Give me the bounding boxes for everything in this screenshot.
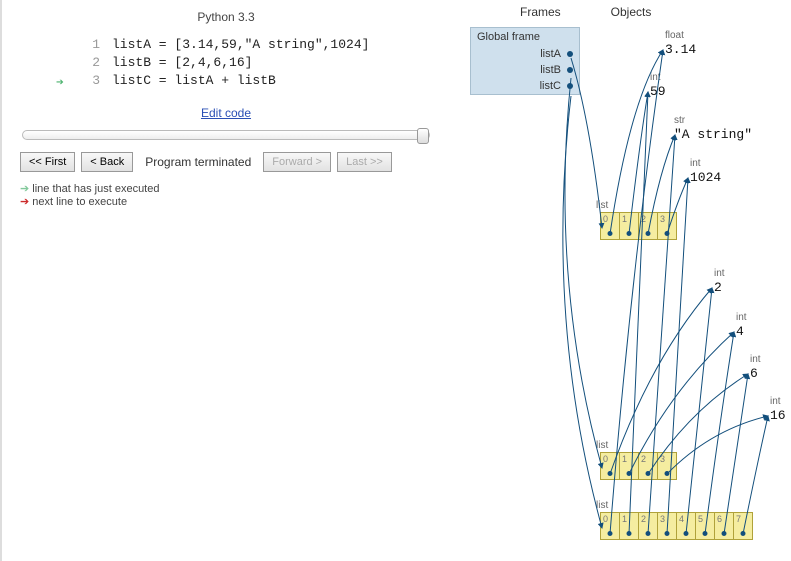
type-label: int [750, 354, 761, 365]
frame-var: listC [471, 78, 579, 94]
object-value: 59 [650, 84, 666, 99]
frame-var: listA [471, 46, 579, 62]
code-listing: 1listA = [3.14,59,"A string",1024] 2list… [20, 34, 432, 100]
list-cell: 2 [638, 452, 657, 480]
type-label: int [770, 396, 781, 407]
frames-header: Frames [520, 5, 561, 19]
status-text: Program terminated [139, 155, 257, 169]
type-label: list [596, 500, 608, 511]
pointer-dot [567, 51, 573, 57]
list-cell: 6 [714, 512, 733, 540]
python-version-label: Python 3.3 [20, 10, 432, 24]
last-button[interactable]: Last >> [337, 152, 392, 172]
frame-var: listB [471, 62, 579, 78]
object-value: "A string" [674, 127, 752, 142]
list-cell: 4 [676, 512, 695, 540]
code-line: ➔3listC = listA + listB [80, 72, 422, 90]
visualization-panel: Frames Objects Global frame listA listB … [450, 0, 791, 561]
legend: ➔ line that has just executed ➔ next lin… [20, 182, 432, 208]
column-headers: Frames Objects [450, 5, 791, 19]
type-label: float [665, 30, 684, 41]
list-cell: 1 [619, 212, 638, 240]
type-label: int [690, 158, 701, 169]
list-cell: 7 [733, 512, 752, 540]
edit-code-link-wrap: Edit code [20, 106, 432, 120]
first-button[interactable]: << First [20, 152, 75, 172]
list-cell: 0 [600, 452, 619, 480]
objects-header: Objects [611, 5, 652, 19]
list-cell: 2 [638, 212, 657, 240]
list-object-listC: 0 1 2 3 4 5 6 7 [600, 512, 753, 540]
object-value: 1024 [690, 170, 721, 185]
forward-button[interactable]: Forward > [263, 152, 331, 172]
list-cell: 3 [657, 512, 676, 540]
object-value: 6 [750, 366, 758, 381]
code-line: 2listB = [2,4,6,16] [80, 54, 422, 72]
type-label: int [736, 312, 747, 323]
object-value: 2 [714, 280, 722, 295]
frame-title: Global frame [471, 28, 579, 46]
object-value: 4 [736, 324, 744, 339]
list-object-listB: 0 1 2 3 [600, 452, 677, 480]
list-cell: 0 [600, 512, 619, 540]
type-label: str [674, 115, 685, 126]
list-cell: 1 [619, 452, 638, 480]
code-panel: Python 3.3 1listA = [3.14,59,"A string",… [0, 0, 450, 561]
code-line: 1listA = [3.14,59,"A string",1024] [80, 36, 422, 54]
list-cell: 0 [600, 212, 619, 240]
list-cell: 3 [657, 212, 676, 240]
list-cell: 1 [619, 512, 638, 540]
global-frame: Global frame listA listB listC [470, 27, 580, 95]
list-cell: 3 [657, 452, 676, 480]
executed-arrow-icon: ➔ [56, 74, 64, 92]
step-controls: << First < Back Program terminated Forwa… [20, 152, 432, 172]
type-label: int [650, 72, 661, 83]
slider-handle[interactable] [417, 128, 429, 144]
list-object-listA: 0 1 2 3 [600, 212, 677, 240]
list-cell: 2 [638, 512, 657, 540]
object-value: 16 [770, 408, 786, 423]
next-arrow-legend-icon: ➔ [20, 196, 29, 208]
type-label: list [596, 200, 608, 211]
edit-code-link[interactable]: Edit code [201, 106, 251, 120]
step-slider[interactable] [22, 130, 430, 140]
object-value: 3.14 [665, 42, 696, 57]
type-label: list [596, 440, 608, 451]
executed-arrow-legend-icon: ➔ [20, 183, 29, 195]
pointer-dot [567, 67, 573, 73]
back-button[interactable]: < Back [81, 152, 133, 172]
pointer-dot [567, 83, 573, 89]
type-label: int [714, 268, 725, 279]
list-cell: 5 [695, 512, 714, 540]
